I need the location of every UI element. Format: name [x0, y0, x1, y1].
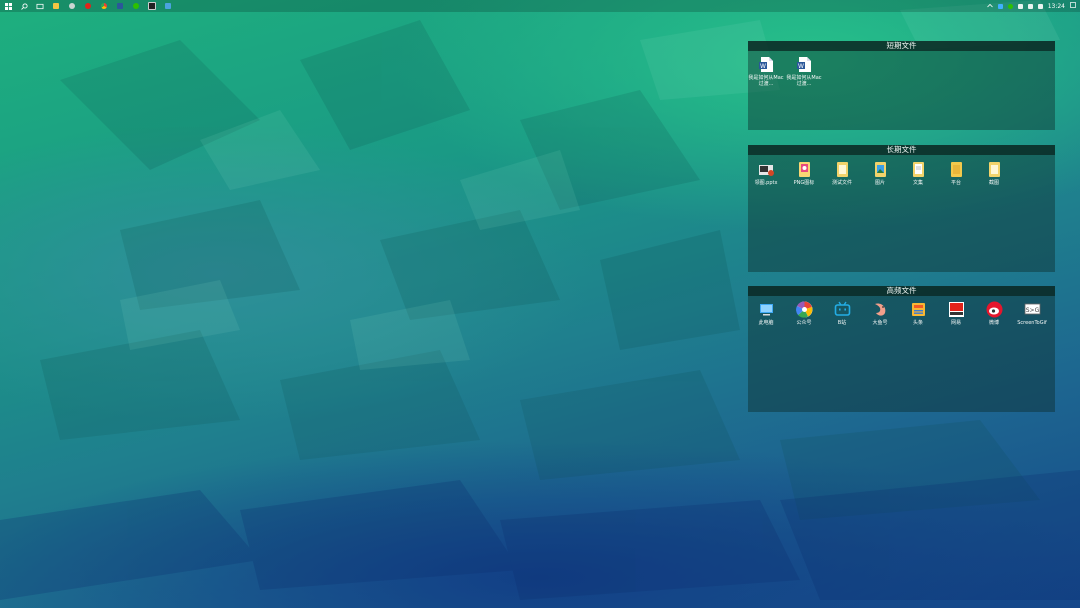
task-view-icon[interactable] — [32, 0, 48, 12]
desktop-shortcut-item[interactable]: 大鱼号 — [862, 301, 898, 326]
item-label: 大鱼号 — [872, 320, 888, 326]
item-label: 公众号 — [796, 320, 812, 326]
word-document-icon: W — [758, 56, 775, 73]
word-document-icon: W — [796, 56, 813, 73]
desktop-file-item[interactable]: 领图.pptx — [748, 161, 784, 186]
folder-icon — [948, 161, 965, 178]
fence-frequent[interactable]: 高频文件 此电脑 公众号 B站 大鱼号 头条 网易 微博 S>G ScreenT… — [748, 286, 1055, 412]
bilibili-icon — [834, 301, 851, 318]
item-label: 此电脑 — [758, 320, 774, 326]
fence-long-term[interactable]: 长期文件 领图.pptx PNG图标 测试文件 图片 文集 平台 截图 — [748, 145, 1055, 272]
folder-icon — [834, 161, 851, 178]
item-label: 平台 — [950, 180, 961, 186]
clock[interactable]: 13:24 — [1048, 3, 1065, 10]
taskbar: 13:24 — [0, 0, 1080, 12]
netease-music-icon[interactable] — [80, 0, 96, 12]
windows-start-icon[interactable] — [0, 0, 16, 12]
item-label: 我是如何从Mac过渡... — [748, 75, 784, 87]
desktop-shortcut-item[interactable]: 微博 — [976, 301, 1012, 326]
desktop-shortcut-item[interactable]: 此电脑 — [748, 301, 784, 326]
fence-title[interactable]: 长期文件 — [748, 145, 1055, 155]
screentogif-icon: S>G — [1024, 301, 1041, 318]
weibo-icon — [986, 301, 1003, 318]
this-pc-icon — [758, 301, 775, 318]
desktop-folder-item[interactable]: 平台 — [938, 161, 974, 186]
desktop-folder-item[interactable]: PNG图标 — [786, 161, 822, 186]
item-label: 微博 — [988, 320, 999, 326]
settings-icon[interactable] — [64, 0, 80, 12]
svg-text:W: W — [798, 63, 804, 70]
fence-short-term[interactable]: 短期文件 W 我是如何从Mac过渡... W 我是如何从Mac过渡... — [748, 41, 1055, 130]
desktop-folder-item[interactable]: 图片 — [862, 161, 898, 186]
item-label: 截图 — [988, 180, 999, 186]
word-icon[interactable] — [112, 0, 128, 12]
desktop-shortcut-item[interactable]: B站 — [824, 301, 860, 326]
desktop-folder-item[interactable]: 截图 — [976, 161, 1012, 186]
fence-title[interactable]: 短期文件 — [748, 41, 1055, 51]
toutiao-icon — [910, 301, 927, 318]
volume-icon[interactable] — [1027, 3, 1033, 9]
chrome-icon[interactable] — [96, 0, 112, 12]
tray-app-icon[interactable] — [997, 3, 1003, 9]
desktop-shortcut-item[interactable]: 公众号 — [786, 301, 822, 326]
item-label: 测试文件 — [831, 180, 852, 186]
pictures-folder-icon — [872, 161, 889, 178]
png-icons-folder-icon — [796, 161, 813, 178]
item-label: 图片 — [874, 180, 885, 186]
system-tray: 13:24 — [986, 0, 1076, 12]
dayu-icon — [872, 301, 889, 318]
folder-icon — [986, 161, 1003, 178]
fence-title[interactable]: 高频文件 — [748, 286, 1055, 296]
pptx-file-icon — [758, 161, 775, 178]
svg-text:W: W — [760, 63, 766, 70]
desktop-shortcut-item[interactable]: 网易 — [938, 301, 974, 326]
documents-folder-icon — [910, 161, 927, 178]
wechat-tray-icon[interactable] — [1007, 3, 1013, 9]
desktop-file-item[interactable]: W 我是如何从Mac过渡... — [748, 56, 784, 87]
item-label: 领图.pptx — [754, 180, 778, 186]
wechat-public-icon — [795, 301, 813, 318]
item-label: 网易 — [950, 320, 961, 326]
desktop-shortcut-item[interactable]: 头条 — [900, 301, 936, 326]
item-label: 我是如何从Mac过渡... — [786, 75, 822, 87]
item-label: 文集 — [912, 180, 923, 186]
desktop-folder-item[interactable]: 文集 — [900, 161, 936, 186]
terminal-icon[interactable] — [144, 0, 160, 12]
search-icon[interactable] — [16, 0, 32, 12]
item-label: PNG图标 — [793, 180, 815, 186]
item-label: B站 — [837, 320, 847, 326]
svg-text:S>G: S>G — [1025, 307, 1039, 314]
input-method-icon[interactable] — [1037, 3, 1043, 9]
desktop-file-item[interactable]: W 我是如何从Mac过渡... — [786, 56, 822, 87]
desktop-shortcut-item[interactable]: S>G ScreenToGif — [1014, 301, 1050, 326]
item-label: 头条 — [912, 320, 923, 326]
netease-icon — [948, 301, 965, 318]
chevron-up-icon[interactable] — [986, 3, 993, 10]
item-label: ScreenToGif — [1017, 320, 1047, 326]
taskbar-apps — [0, 0, 176, 12]
notification-icon[interactable] — [1070, 2, 1076, 10]
file-explorer-icon[interactable] — [48, 0, 64, 12]
desktop-folder-item[interactable]: 测试文件 — [824, 161, 860, 186]
network-icon[interactable] — [1017, 3, 1023, 9]
app-icon[interactable] — [160, 0, 176, 12]
wechat-icon[interactable] — [128, 0, 144, 12]
